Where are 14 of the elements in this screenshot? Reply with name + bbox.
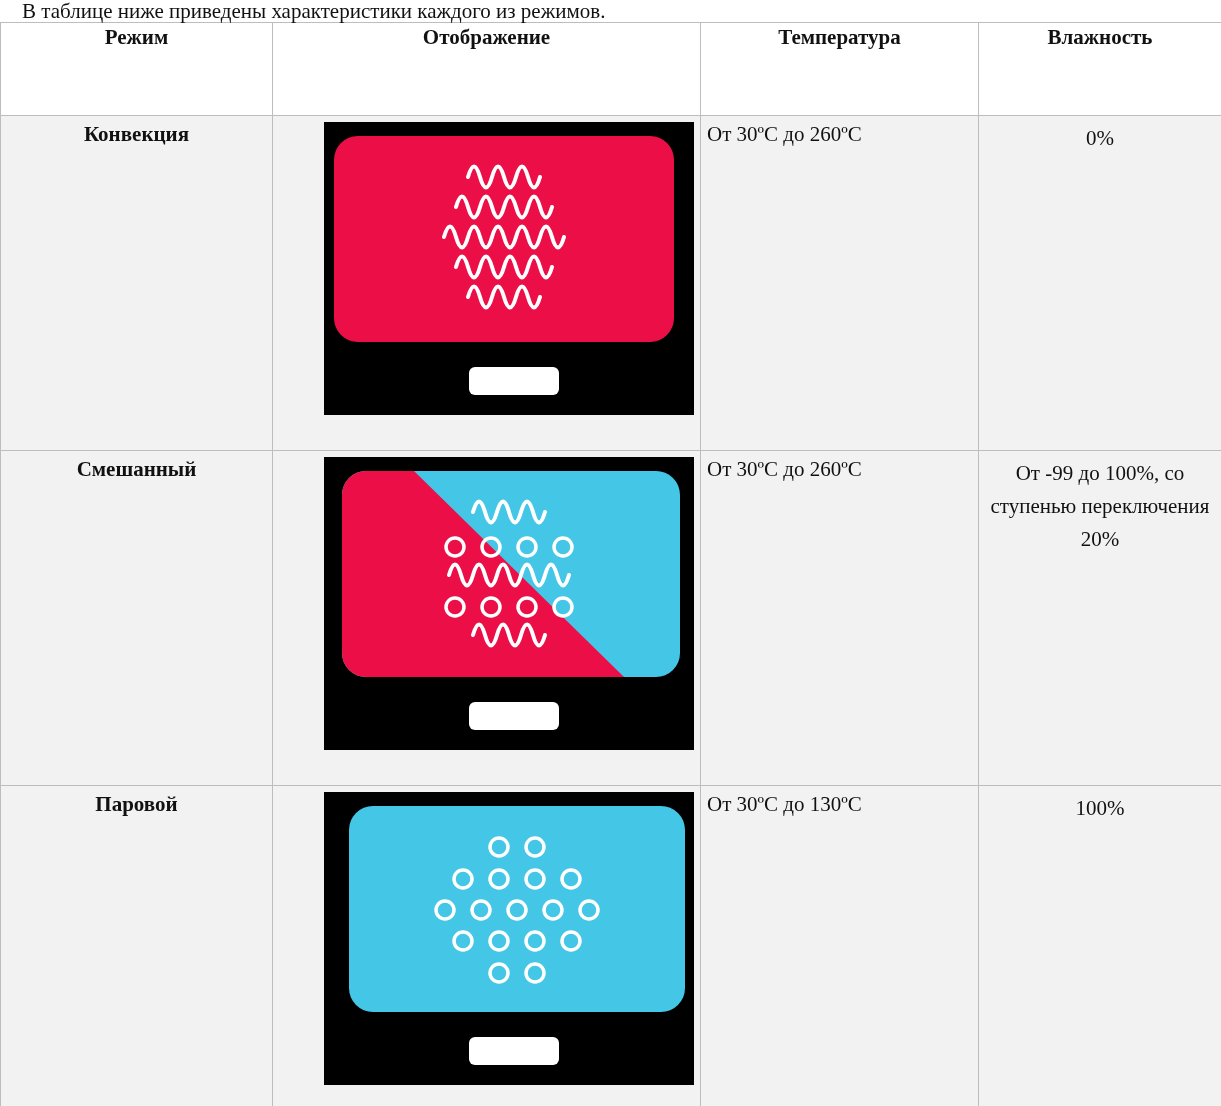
- column-header: Влажность: [978, 22, 1221, 116]
- column-header: Температура: [700, 22, 979, 116]
- temperature-range: От 30ºC до 260ºC: [707, 457, 862, 481]
- mode-name: Смешанный: [76, 457, 197, 481]
- humidity-value: От -99 до 100%, со ступенью переключения 20%: [990, 461, 1210, 551]
- temperature-range: От 30ºC до 130ºC: [707, 792, 862, 816]
- humidity-value: 0%: [1086, 126, 1114, 150]
- mode-name: Конвекция: [83, 122, 190, 146]
- column-header: Отображение: [272, 22, 701, 116]
- intro-text: В таблице ниже приведены характеристики каждого из режимов.: [22, 0, 607, 22]
- column-header: Режим: [0, 22, 273, 116]
- temperature-range: От 30ºC до 260ºC: [707, 122, 862, 146]
- mode-name: Паровой: [95, 792, 178, 816]
- humidity-value: 100%: [1075, 796, 1125, 820]
